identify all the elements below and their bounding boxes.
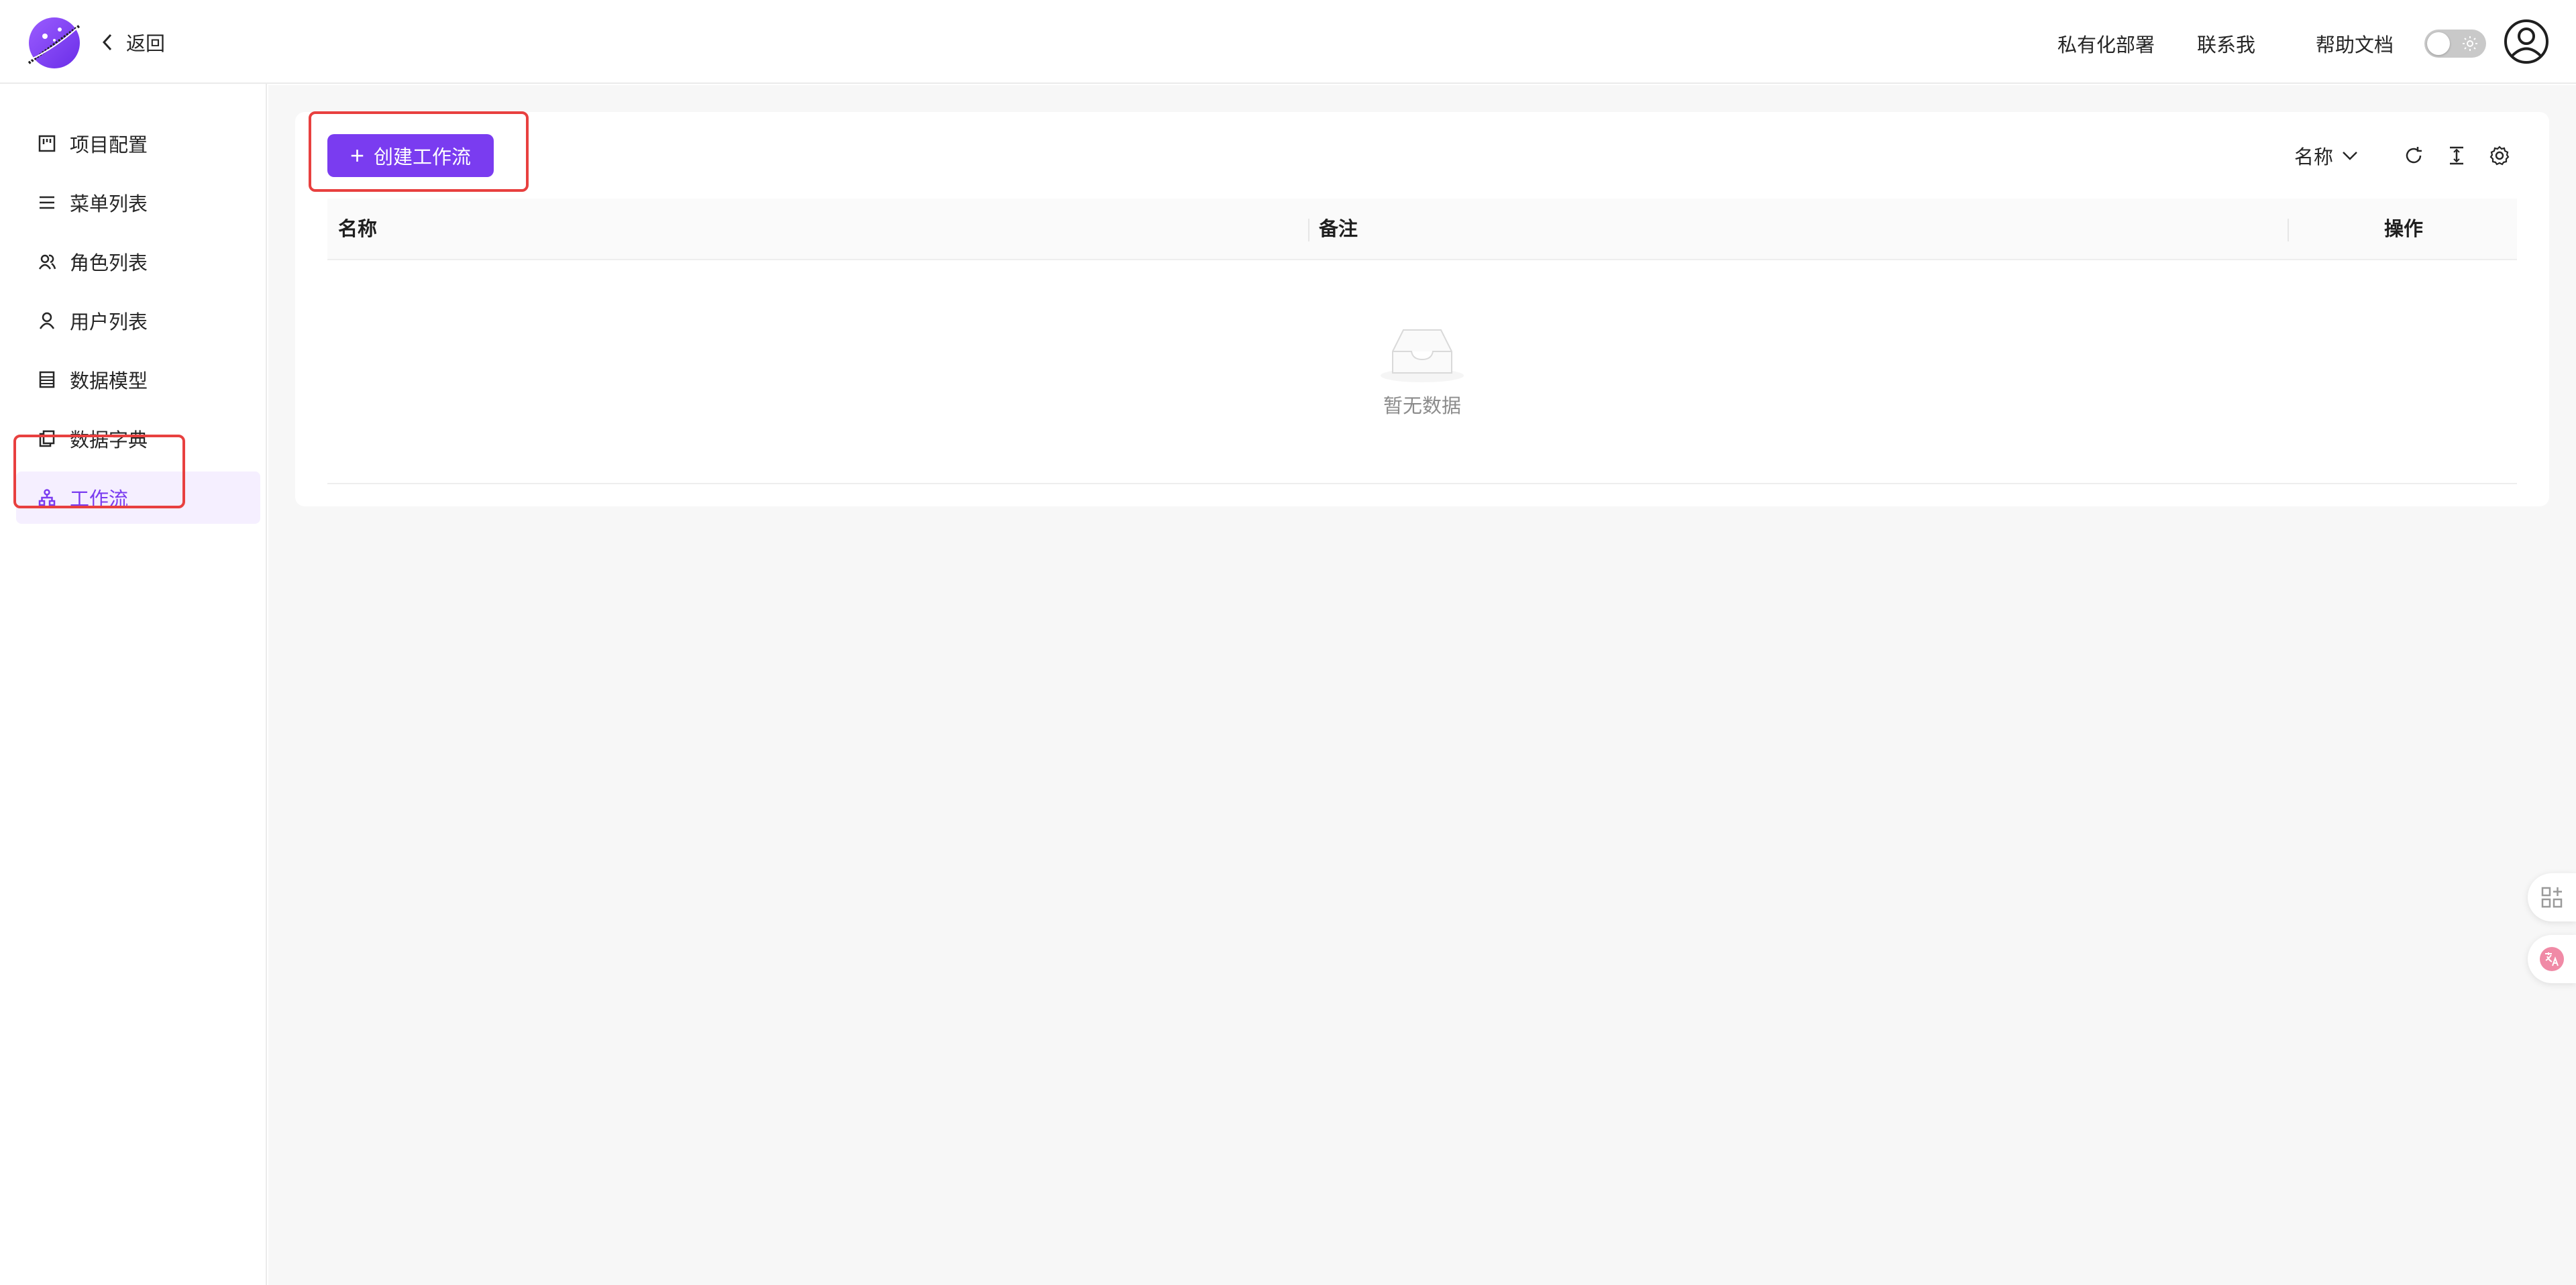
top-header: 返回 私有化部署 联系我 帮助文档 bbox=[0, 0, 2576, 84]
data-model-icon bbox=[38, 370, 56, 389]
column-header-name: 名称 bbox=[338, 219, 378, 240]
empty-state: 暂无数据 bbox=[327, 260, 2517, 484]
sidebar-item-project-config[interactable]: 项目配置 bbox=[16, 117, 260, 170]
sidebar-item-label: 用户列表 bbox=[70, 312, 148, 333]
column-divider bbox=[2288, 219, 2289, 241]
column-height-button[interactable] bbox=[2443, 141, 2470, 170]
plus-icon: + bbox=[350, 142, 364, 169]
workflow-icon bbox=[38, 488, 56, 507]
create-workflow-button[interactable]: + 创建工作流 bbox=[327, 134, 494, 177]
refresh-button[interactable] bbox=[2400, 141, 2427, 170]
user-avatar-icon[interactable] bbox=[2504, 19, 2549, 64]
private-deploy-link[interactable]: 私有化部署 bbox=[2057, 30, 2155, 58]
theme-toggle[interactable] bbox=[2424, 30, 2486, 58]
settings-button[interactable] bbox=[2486, 141, 2513, 170]
sidebar-item-data-dictionary[interactable]: 数据字典 bbox=[16, 412, 260, 465]
back-link[interactable]: 返回 bbox=[99, 27, 165, 58]
table-header: 名称 备注 操作 bbox=[327, 199, 2517, 260]
sidebar-item-label: 数据模型 bbox=[70, 371, 148, 392]
column-header-actions: 操作 bbox=[2384, 219, 2424, 240]
column-divider bbox=[1308, 219, 1309, 241]
back-label: 返回 bbox=[126, 34, 166, 55]
float-translate-button[interactable] bbox=[2528, 935, 2576, 983]
empty-inbox-icon bbox=[1381, 329, 1464, 382]
column-header-remark: 备注 bbox=[1319, 219, 1358, 240]
sidebar-item-label: 角色列表 bbox=[70, 253, 148, 274]
sidebar-item-label: 数据字典 bbox=[70, 430, 148, 451]
sort-dropdown[interactable]: 名称 bbox=[2294, 141, 2359, 170]
chevron-down-icon bbox=[2343, 152, 2357, 160]
sidebar-item-user-list[interactable]: 用户列表 bbox=[16, 294, 260, 347]
column-height-icon bbox=[2450, 146, 2463, 165]
help-docs-link[interactable]: 帮助文档 bbox=[2316, 30, 2394, 58]
float-apps-button[interactable] bbox=[2528, 873, 2576, 921]
menu-list-icon bbox=[38, 193, 56, 212]
create-workflow-label: 创建工作流 bbox=[374, 147, 472, 168]
data-dictionary-icon bbox=[38, 429, 56, 448]
role-list-icon bbox=[38, 252, 56, 271]
apps-add-icon bbox=[2541, 887, 2563, 908]
gear-icon bbox=[2489, 146, 2510, 166]
toggle-knob bbox=[2427, 32, 2450, 55]
sidebar-item-label: 项目配置 bbox=[70, 135, 148, 156]
translate-icon bbox=[2540, 947, 2564, 971]
sidebar-item-role-list[interactable]: 角色列表 bbox=[16, 235, 260, 288]
sidebar-item-menu-list[interactable]: 菜单列表 bbox=[16, 176, 260, 229]
refresh-icon bbox=[2406, 147, 2422, 164]
sidebar: 项目配置 菜单列表 角色列表 用户列表 数据模型 数据字典 工作流 bbox=[0, 84, 267, 1285]
sidebar-item-label: 工作流 bbox=[70, 489, 129, 510]
project-config-icon bbox=[38, 134, 56, 153]
user-icon bbox=[38, 311, 56, 330]
sun-icon bbox=[2463, 36, 2477, 51]
empty-text: 暂无数据 bbox=[1383, 396, 1461, 417]
sidebar-item-data-model[interactable]: 数据模型 bbox=[16, 353, 260, 406]
sort-label: 名称 bbox=[2294, 147, 2334, 168]
contact-me-link[interactable]: 联系我 bbox=[2197, 30, 2255, 58]
chevron-left-icon bbox=[102, 34, 112, 51]
sidebar-item-workflow[interactable]: 工作流 bbox=[16, 471, 260, 524]
sidebar-item-label: 菜单列表 bbox=[70, 194, 148, 215]
app-logo[interactable] bbox=[25, 13, 84, 72]
